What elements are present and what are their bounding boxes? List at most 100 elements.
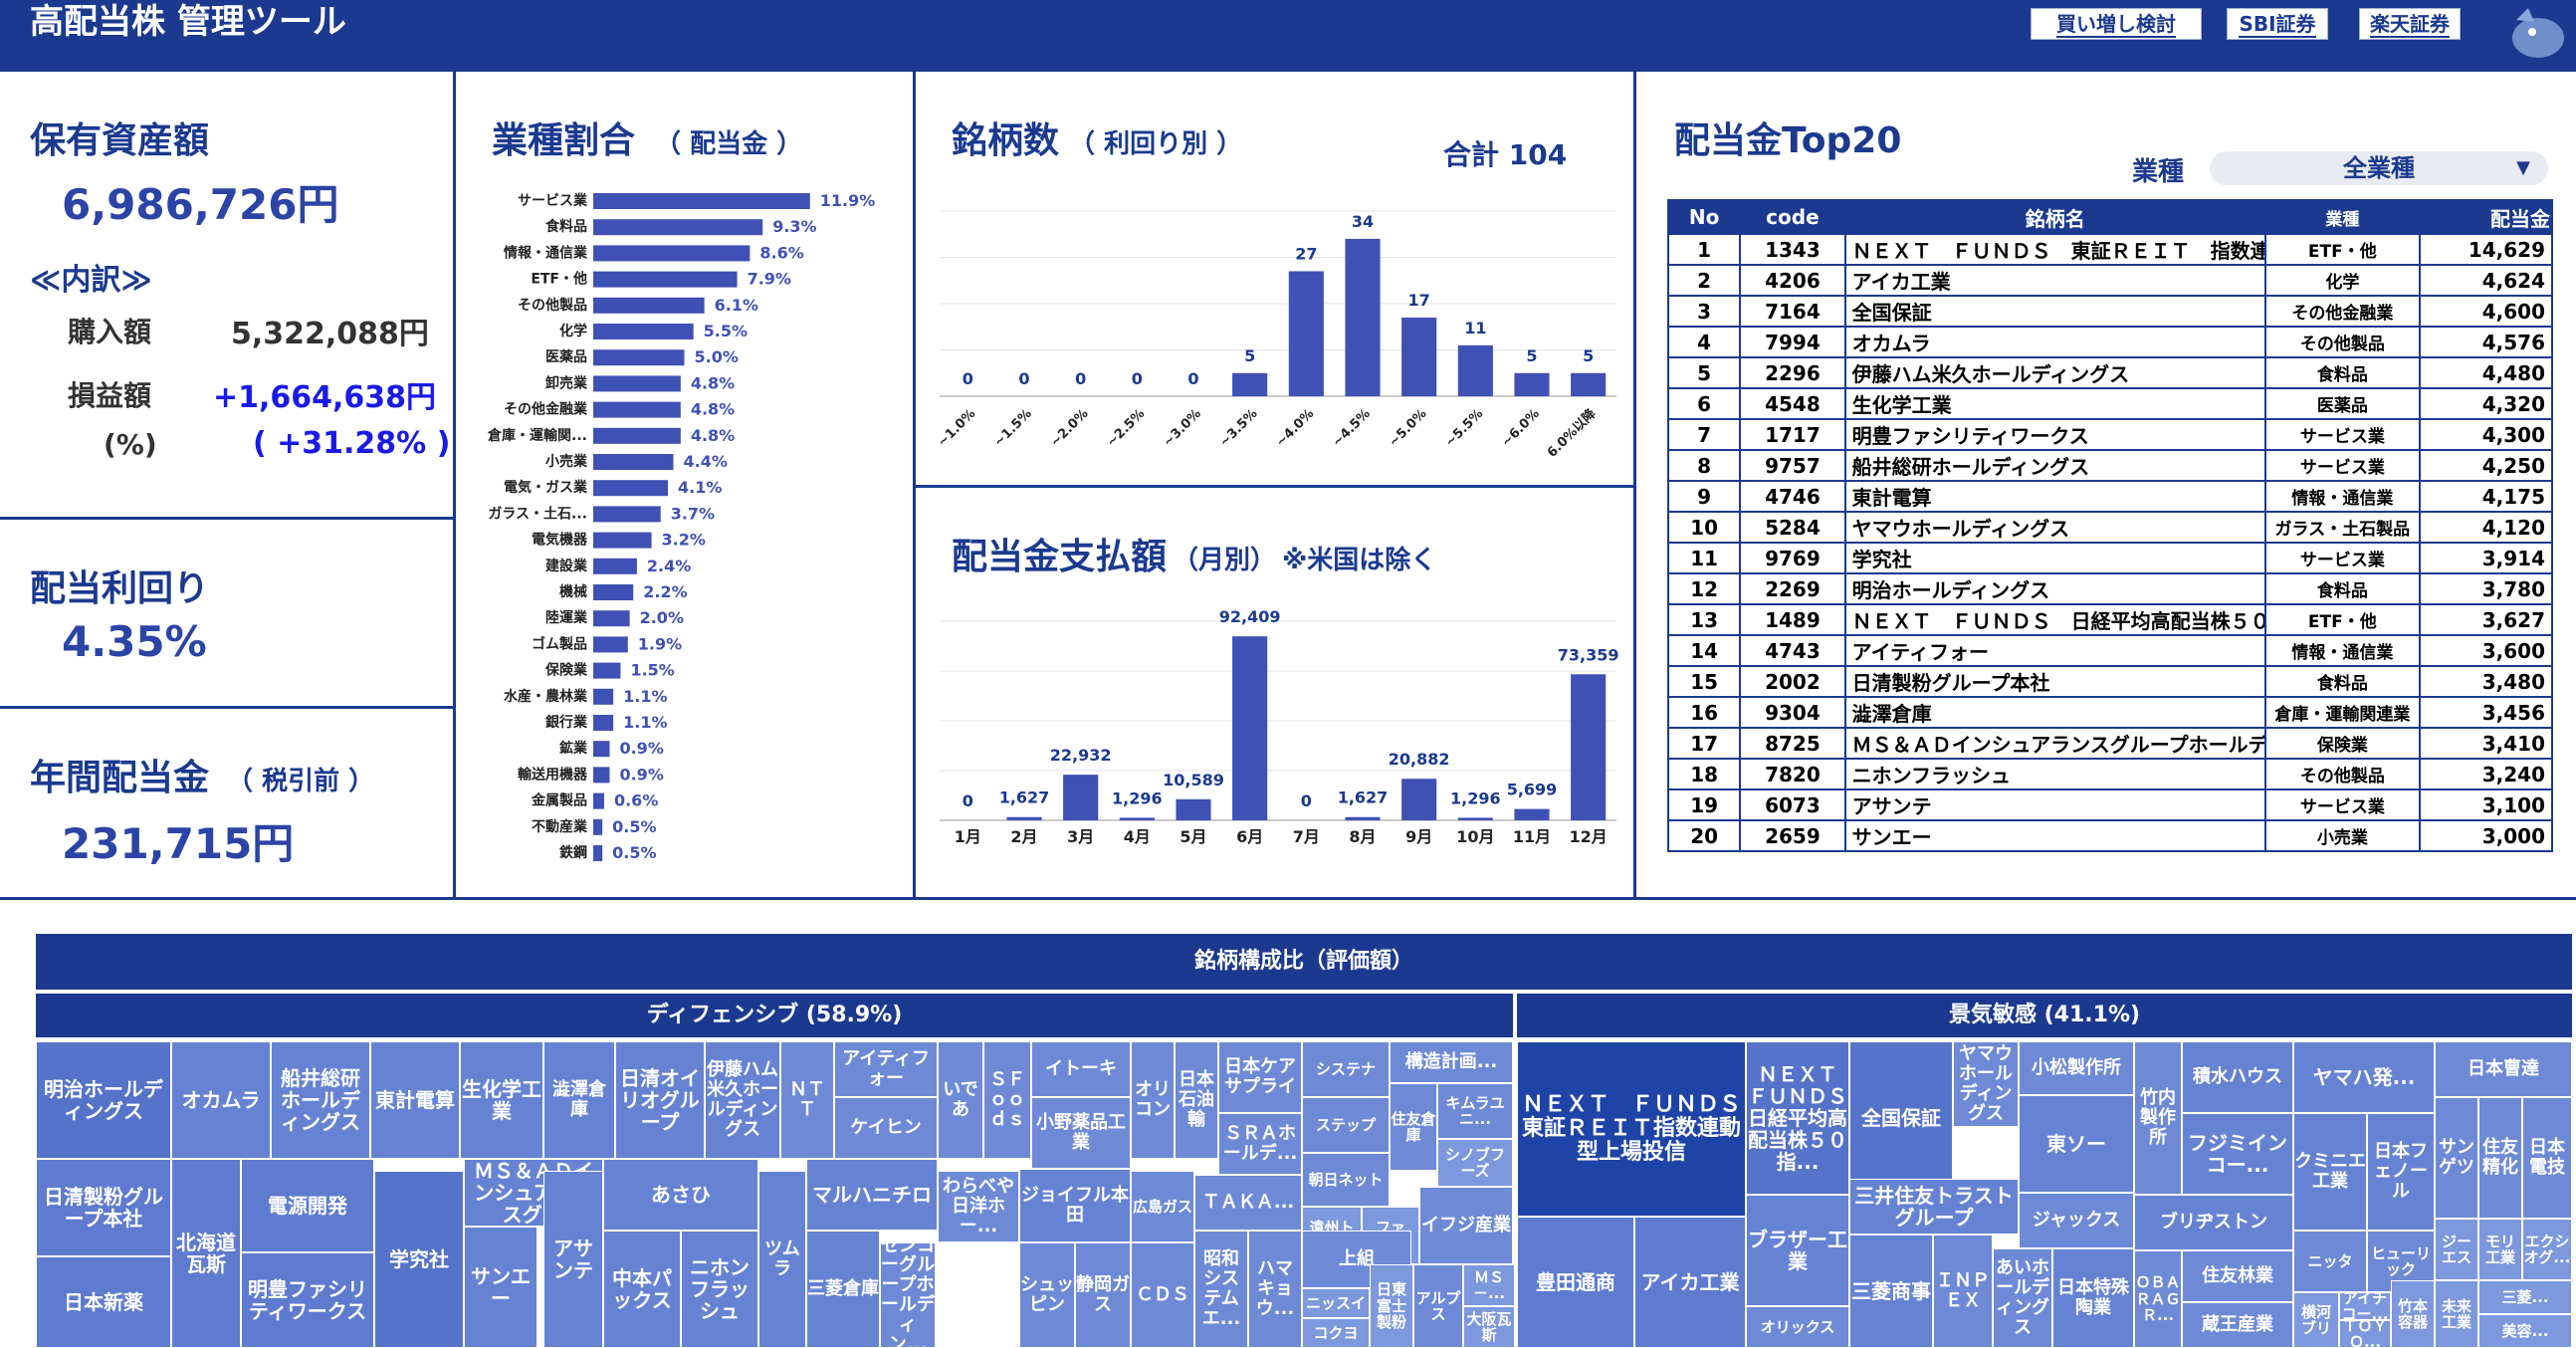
treemap-cell[interactable]: 電源開発 [241,1159,374,1252]
treemap-cell[interactable]: 中本パックス [603,1231,681,1348]
treemap-cell[interactable]: 日本電技 [2522,1097,2572,1219]
treemap-cell[interactable]: 船井総研ホールディングス [271,1041,370,1159]
treemap-cell[interactable]: コクヨ [1302,1318,1370,1348]
treemap-cell[interactable]: ツムラ [758,1171,806,1348]
table-row[interactable]: 2 4206 アイカ工業 化学 4,624 [1666,264,2554,297]
treemap-cell[interactable]: 小野薬品工業 [1031,1097,1131,1169]
treemap-cell[interactable]: 昭和システムエ... [1194,1231,1248,1348]
treemap-cell[interactable]: 東計電算 [370,1041,460,1159]
treemap-cell[interactable]: アイカ工業 [1634,1217,1746,1348]
treemap-cell[interactable]: ＮＥＸＴ ＦＵＮＤＳ 日経平均高配当株５０指... [1746,1041,1849,1195]
treemap-cell[interactable]: 静岡ガス [1075,1242,1131,1348]
treemap-cell[interactable]: ブリヂストン [2134,1195,2293,1250]
treemap-cell[interactable]: イトーキ [1031,1041,1131,1097]
treemap-cell[interactable]: 広島ガス [1131,1171,1194,1242]
treemap-cell[interactable]: 三菱倉庫 [806,1231,880,1348]
table-row[interactable]: 10 5284 ヤマウホールディングス ガラス・土石製品 4,120 [1666,511,2554,544]
treemap-cell[interactable]: サンゲツ [2435,1097,2478,1219]
treemap-cell[interactable]: わらべや日洋ホー... [938,1171,1019,1242]
treemap-cell[interactable]: ＮＴＴ [780,1041,834,1159]
treemap-cell[interactable]: 日本ケアサプライ [1218,1041,1302,1113]
table-row[interactable]: 7 1717 明豊ファシリティワークス サービス業 4,300 [1666,418,2554,451]
treemap-cell[interactable]: キムラユニ... [1437,1083,1513,1139]
table-row[interactable]: 17 8725 ＭＳ＆ＡＤインシュアランスグループホールデ 保険業 3,410 [1666,727,2554,760]
treemap-cell[interactable]: アルプス [1413,1264,1463,1348]
table-row[interactable]: 20 2659 サンエー 小売業 3,000 [1666,819,2554,852]
treemap-cell[interactable]: 明豊ファシリティワークス [241,1252,374,1348]
treemap-cell[interactable]: 日清製粉グループ本社 [36,1159,171,1256]
table-row[interactable]: 1 1343 ＮＥＸＴ ＦＵＮＤＳ 東証ＲＥＩＴ 指数連 ETF・他 14,629 [1666,233,2554,266]
sbi-button[interactable]: SBI証券 [2227,8,2328,40]
treemap-cell[interactable]: あさひ [603,1159,758,1231]
treemap-cell[interactable]: 蔵王産業 [2182,1302,2293,1348]
treemap-cell[interactable]: ＯＢＡＲＡＧＲ... [2134,1250,2182,1348]
treemap-cell[interactable]: あいホールディングス [1993,1248,2052,1348]
treemap-cell[interactable]: ヤマウホールディングス [1953,1041,2019,1127]
treemap-cell[interactable]: 日本曹達 [2435,1041,2572,1097]
treemap-cell[interactable]: イフジ産業 [1419,1187,1513,1264]
treemap-cell[interactable]: 竹本容器 [2391,1280,2435,1348]
treemap-cell[interactable]: センコーグループホールディン... [880,1242,936,1348]
treemap-cell[interactable]: オカムラ [171,1041,271,1159]
treemap-cell[interactable]: シュッピン [1019,1242,1075,1348]
treemap-cell[interactable]: 横河ブリ [2293,1292,2339,1348]
treemap-cell[interactable]: 日本フェノール [2367,1113,2435,1231]
treemap-cell[interactable]: ＣＤＳ [1131,1242,1194,1348]
treemap-cell[interactable]: 朝日ネット [1302,1153,1390,1207]
table-row[interactable]: 19 6073 アサンテ サービス業 3,100 [1666,788,2554,821]
treemap-cell[interactable]: ＴＯＹＯ... [2339,1320,2391,1348]
treemap-cell[interactable]: 積水ハウス [2182,1041,2293,1113]
treemap-cell[interactable]: ジーエス [2435,1219,2478,1280]
table-row[interactable]: 13 1489 ＮＥＸＴ ＦＵＮＤＳ 日経平均高配当株５０ ETF・他 3,627 [1666,603,2554,636]
treemap-cell[interactable]: エクシオグ... [2522,1219,2572,1280]
treemap-cell[interactable]: アサンテ [543,1171,603,1348]
treemap-cell[interactable]: 住友倉庫 [1390,1083,1437,1171]
treemap-cell[interactable]: ニッタ [2293,1231,2367,1292]
treemap-cell[interactable]: フジミインコー... [2182,1113,2293,1195]
treemap-cell[interactable]: ケイヒン [834,1097,938,1159]
treemap-cell[interactable]: オリックス [1746,1306,1849,1348]
treemap-cell[interactable]: 日本石油輸 [1175,1041,1218,1159]
treemap-cell[interactable]: 日本特殊陶業 [2052,1248,2134,1348]
table-row[interactable]: 8 9757 船井総研ホールディングス サービス業 4,250 [1666,449,2554,482]
treemap-cell[interactable]: 全国保証 [1849,1041,1953,1195]
treemap-cell[interactable]: 日東富士製粉 [1370,1264,1413,1348]
treemap-cell[interactable]: ブラザー工業 [1746,1195,1849,1306]
treemap-cell[interactable]: ニッスイ [1302,1288,1370,1318]
table-row[interactable]: 16 9304 澁澤倉庫 倉庫・運輸関連業 3,456 [1666,696,2554,729]
treemap-cell[interactable]: ＩＮＰＥＸ [1933,1235,1993,1348]
table-row[interactable]: 4 7994 オカムラ その他製品 4,576 [1666,326,2554,358]
rakuten-button[interactable]: 楽天証券 [2359,8,2461,40]
treemap-cell[interactable]: ＳＦｏｏｄｓ [983,1041,1031,1159]
treemap-cell[interactable]: 三井住友トラストグループ [1849,1179,2019,1235]
treemap-cell[interactable]: マルハニチロ [806,1159,938,1231]
treemap-cell[interactable]: ＳＲＡホールデ... [1218,1113,1302,1175]
treemap-cell[interactable]: 住友林業 [2182,1250,2293,1302]
treemap-cell[interactable]: 未来工業 [2435,1280,2478,1348]
treemap-cell[interactable]: システナ [1302,1041,1390,1097]
treemap-cell[interactable]: 伊藤ハム米久ホールディングス [705,1041,780,1159]
treemap-cell[interactable]: 生化学工業 [460,1041,543,1159]
treemap-cell[interactable]: 構造計画... [1390,1041,1513,1083]
treemap-cell[interactable]: ジョイフル本田 [1019,1169,1131,1242]
table-row[interactable]: 18 7820 ニホンフラッシュ その他製品 3,240 [1666,758,2554,790]
treemap-cell[interactable]: 澁澤倉庫 [543,1041,615,1159]
table-row[interactable]: 11 9769 学究社 サービス業 3,914 [1666,542,2554,574]
treemap-cell[interactable]: ジャックス [2019,1193,2134,1248]
treemap-cell[interactable]: ステップ [1302,1097,1390,1153]
treemap-cell[interactable]: いであ [938,1041,983,1159]
treemap-cell[interactable]: ＭＳ－... [1463,1264,1515,1306]
treemap-cell[interactable]: ハマキョウ... [1248,1231,1302,1348]
treemap-cell[interactable]: シノブフーズ [1437,1139,1513,1187]
treemap-cell[interactable]: 北海道瓦斯 [171,1159,241,1348]
treemap-cell[interactable]: ＮＥＸＴ ＦＵＮＤＳ 東証ＲＥＩＴ指数連動型上場投信 [1517,1041,1746,1217]
treemap-cell[interactable]: ニホンフラッシュ [681,1231,758,1348]
treemap-cell[interactable]: 日本新薬 [36,1256,171,1348]
table-row[interactable]: 14 4743 アイティフォー 情報・通信業 3,600 [1666,634,2554,667]
table-row[interactable]: 12 2269 明治ホールディングス 食料品 3,780 [1666,572,2554,605]
table-row[interactable]: 5 2296 伊藤ハム米久ホールディングス 食料品 4,480 [1666,356,2554,389]
treemap-cell[interactable]: クミニエ工業 [2293,1113,2367,1231]
table-row[interactable]: 9 4746 東計電算 情報・通信業 4,175 [1666,480,2554,513]
treemap-cell[interactable]: 豊田通商 [1517,1217,1634,1348]
treemap-cell[interactable]: 三菱商事 [1849,1235,1933,1348]
